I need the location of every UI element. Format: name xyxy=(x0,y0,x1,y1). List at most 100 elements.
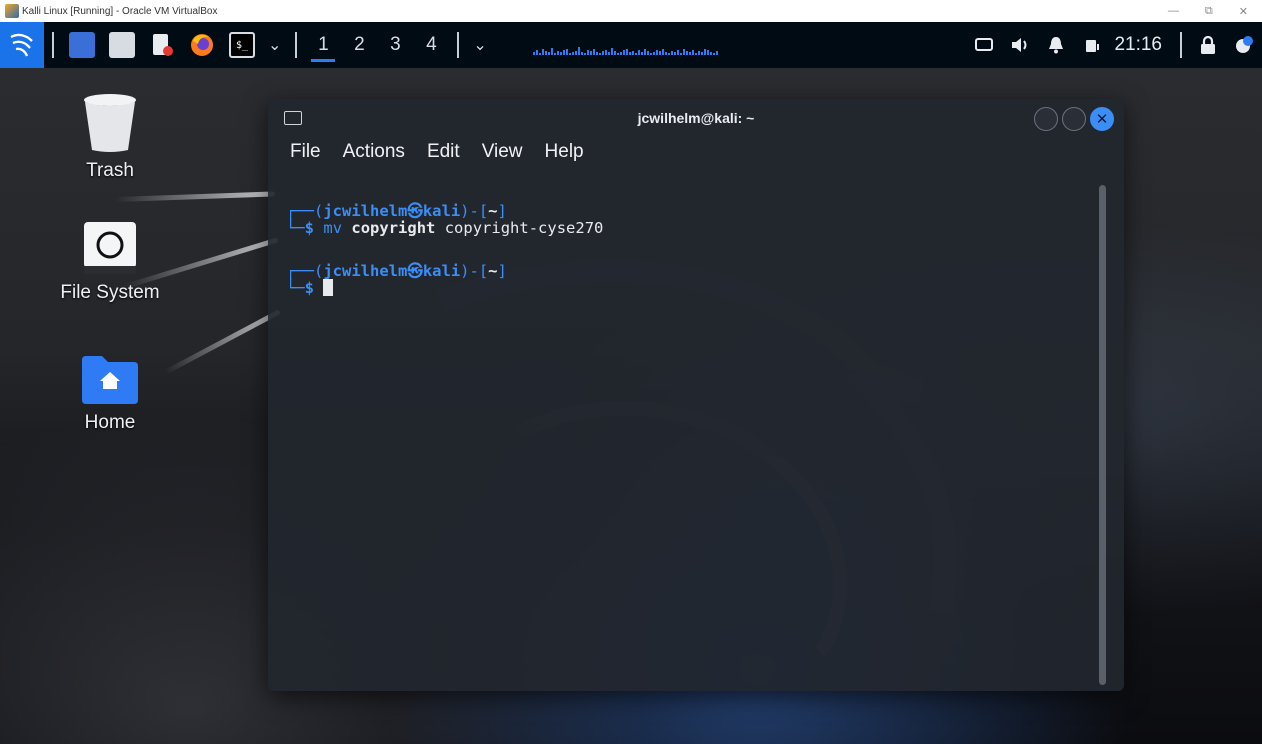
terminal-titlebar[interactable]: jcwilhelm@kali: ~ ✕ xyxy=(268,99,1124,137)
text-editor-icon[interactable] xyxy=(149,32,175,58)
terminal-icon[interactable]: $_ xyxy=(229,32,255,58)
menu-edit[interactable]: Edit xyxy=(427,141,460,163)
cpu-graph-bar xyxy=(595,52,598,55)
command-line: └─$ xyxy=(286,279,334,297)
close-icon: ✕ xyxy=(1095,111,1109,128)
wallpaper-streak xyxy=(163,309,281,375)
host-minimize-button[interactable]: — xyxy=(1168,5,1179,17)
kali-menu-button[interactable] xyxy=(0,22,44,68)
cpu-graph-bar xyxy=(643,49,646,55)
cpu-graph-bar xyxy=(634,53,637,55)
menu-help[interactable]: Help xyxy=(545,141,584,163)
desktop-icon-trash[interactable]: Trash xyxy=(40,92,180,182)
guest-desktop: $_ ⌄ 1 2 3 4 ⌄ 21:16 Trash File System H… xyxy=(0,22,1262,744)
command-arg: copyright xyxy=(351,219,436,237)
chevron-down-icon[interactable]: ⌄ xyxy=(473,35,486,55)
text-cursor xyxy=(323,279,334,296)
prompt-line: ┌──(jcwilhelm㉿kali)-[~] xyxy=(286,262,507,280)
host-close-button[interactable]: ✕ xyxy=(1239,5,1248,18)
cpu-graph-bar xyxy=(676,50,679,55)
cpu-graph-bar xyxy=(556,51,559,55)
desktop-icon-label: Home xyxy=(84,412,136,433)
cpu-graph-bar xyxy=(547,52,550,55)
cpu-graph-bar xyxy=(532,52,535,55)
top-panel: $_ ⌄ 1 2 3 4 ⌄ 21:16 xyxy=(0,22,1262,68)
cpu-graph-bar xyxy=(619,52,622,55)
cpu-graph-bar xyxy=(571,52,574,55)
cpu-graph-bar xyxy=(562,50,565,55)
host-restore-button[interactable]: ⧉ xyxy=(1205,5,1213,18)
terminal-output[interactable]: ┌──(jcwilhelm㉿kali)-[~] └─$ mv copyright… xyxy=(268,189,1124,691)
cpu-graph-bar xyxy=(550,48,553,55)
workspace-2[interactable]: 2 xyxy=(341,22,377,68)
network-icon[interactable] xyxy=(966,22,1002,68)
cpu-graph-bar xyxy=(658,51,661,55)
panel-clock[interactable]: 21:16 xyxy=(1114,34,1162,56)
system-tray: 21:16 xyxy=(966,22,1262,68)
show-desktop-icon[interactable] xyxy=(69,32,95,58)
volume-icon[interactable] xyxy=(1002,22,1038,68)
desktop-icon-file-system[interactable]: File System xyxy=(40,220,180,304)
lock-screen-icon[interactable] xyxy=(1190,22,1226,68)
cpu-graph-bar xyxy=(685,51,688,55)
cpu-graph-bar xyxy=(559,52,562,55)
cpu-graph-bar xyxy=(601,51,604,55)
cpu-graph-bar xyxy=(649,53,652,55)
power-icon[interactable] xyxy=(1226,22,1262,68)
maximize-button[interactable] xyxy=(1062,107,1086,131)
chevron-down-icon[interactable]: ⌄ xyxy=(268,35,281,55)
cpu-graph-bar xyxy=(652,52,655,55)
workspace-1[interactable]: 1 xyxy=(305,22,341,68)
cpu-graph-bar xyxy=(622,50,625,55)
notifications-icon[interactable] xyxy=(1038,22,1074,68)
cpu-graph-bar xyxy=(613,51,616,55)
cpu-graph-bar xyxy=(616,53,619,55)
menu-file[interactable]: File xyxy=(290,141,321,163)
wallpaper-streak xyxy=(114,191,275,202)
cpu-graph-bar xyxy=(583,53,586,55)
panel-separator xyxy=(1180,32,1182,58)
cpu-graph-bar xyxy=(592,49,595,55)
drive-icon xyxy=(84,222,136,274)
cpu-graph-bar xyxy=(691,50,694,55)
workspace-3[interactable]: 3 xyxy=(377,22,413,68)
cpu-graph-bar xyxy=(589,51,592,55)
kali-menu-icon xyxy=(10,33,33,57)
cpu-graph-bar xyxy=(715,51,718,55)
cpu-graph-bar xyxy=(703,49,706,55)
cpu-graph-bar xyxy=(700,52,703,55)
prompt-dir: ~ xyxy=(488,262,498,280)
prompt-dir: ~ xyxy=(488,202,498,220)
cpu-graph-bar xyxy=(610,48,613,55)
file-manager-icon[interactable] xyxy=(109,32,135,58)
desktop-icon-home[interactable]: Home xyxy=(40,354,180,434)
virtualbox-icon xyxy=(5,4,19,18)
battery-icon[interactable] xyxy=(1074,22,1110,68)
cpu-graph-bar xyxy=(577,47,580,55)
cpu-graph-bar xyxy=(538,53,541,55)
menu-actions[interactable]: Actions xyxy=(343,141,405,163)
host-window-titlebar: Kalli Linux [Running] - Oracle VM Virtua… xyxy=(0,0,1262,22)
workspace-4[interactable]: 4 xyxy=(413,22,449,68)
prompt-line: ┌──(jcwilhelm㉿kali)-[~] xyxy=(286,202,507,220)
panel-separator xyxy=(457,32,460,58)
cpu-graph-bar xyxy=(712,53,715,55)
cpu-graph-bar xyxy=(706,50,709,55)
prompt-user: jcwilhelm xyxy=(323,262,408,280)
cpu-graph-bar xyxy=(553,53,556,55)
minimize-button[interactable] xyxy=(1034,107,1058,131)
terminal-icon xyxy=(284,111,302,125)
cpu-graph-bar xyxy=(625,49,628,55)
cpu-graph-bar xyxy=(574,51,577,55)
firefox-icon[interactable] xyxy=(189,32,215,58)
cpu-graph-bar xyxy=(697,51,700,55)
cpu-graph-bar xyxy=(664,52,667,55)
cpu-graph-bar xyxy=(655,50,658,55)
command-verb: mv xyxy=(323,219,343,237)
menu-view[interactable]: View xyxy=(482,141,523,163)
panel-separator xyxy=(52,32,54,58)
close-button[interactable]: ✕ xyxy=(1090,107,1114,131)
prompt-at: ㉿ xyxy=(407,262,423,280)
host-window-title: Kalli Linux [Running] - Oracle VM Virtua… xyxy=(22,5,218,17)
prompt-user: jcwilhelm xyxy=(323,202,408,220)
